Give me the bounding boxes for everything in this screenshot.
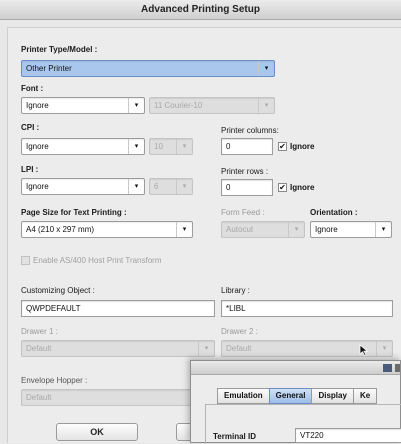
- updown-arrow-icon: ▾: [176, 179, 192, 194]
- printer-columns-ignore-checkbox[interactable]: ✔ Ignore: [278, 142, 315, 152]
- updown-arrow-icon: ▾: [288, 222, 304, 237]
- form-feed-label: Form Feed :: [221, 208, 265, 217]
- library-field[interactable]: *LIBL: [221, 300, 393, 317]
- updown-arrow-icon: ▾: [176, 139, 192, 154]
- customizing-object-label: Customizing Object :: [21, 286, 95, 295]
- updown-arrow-icon: ▾: [128, 179, 144, 194]
- terminal-id-field[interactable]: VT220: [295, 428, 401, 443]
- updown-arrow-icon: ▾: [375, 222, 391, 237]
- font-select[interactable]: Ignore ▾: [21, 97, 145, 114]
- drawer1-select: Default ▾: [21, 340, 215, 357]
- orientation-label: Orientation :: [310, 208, 358, 217]
- lpi-label: LPI :: [21, 165, 39, 174]
- printer-rows-label: Printer rows :: [221, 167, 269, 176]
- cpi-number-select: 10 ▾: [149, 138, 193, 155]
- page-size-value: A4 (210 x 297 mm): [26, 225, 95, 234]
- checkmark-icon: ✔: [278, 183, 287, 193]
- printer-columns-label: Printer columns:: [221, 126, 279, 135]
- mouse-pointer-icon: [359, 344, 369, 356]
- form-feed-select: Autocut ▾: [221, 221, 305, 238]
- printer-type-value: Other Printer: [26, 64, 72, 73]
- terminal-id-label: Terminal ID: [213, 432, 256, 441]
- window-title: Advanced Printing Setup: [141, 4, 260, 15]
- printer-rows-value: 0: [226, 183, 231, 192]
- updown-arrow-icon: ▾: [176, 222, 192, 237]
- updown-arrow-icon: ▾: [128, 139, 144, 154]
- lpi-number-select: 6 ▾: [149, 178, 193, 195]
- terminal-id-value: VT220: [300, 431, 324, 440]
- drawer2-label: Drawer 2 :: [221, 327, 258, 336]
- library-value: *LIBL: [226, 304, 246, 313]
- updown-arrow-icon: ▾: [128, 98, 144, 113]
- drawer1-label: Drawer 1 :: [21, 327, 58, 336]
- tab-general[interactable]: General: [268, 388, 313, 404]
- cpi-number-value: 10: [154, 142, 163, 151]
- printer-columns-ignore-label: Ignore: [290, 142, 315, 151]
- updown-arrow-icon: ▾: [258, 61, 274, 76]
- drawer2-value: Default: [226, 344, 252, 353]
- host-transform-checkbox[interactable]: Enable AS/400 Host Print Transform: [21, 256, 162, 266]
- updown-arrow-icon: ▾: [376, 341, 392, 356]
- printer-columns-value: 0: [226, 142, 231, 151]
- popup-tab-bar: Emulation General Display Ke: [217, 388, 378, 404]
- page-size-select[interactable]: A4 (210 x 297 mm) ▾: [21, 221, 193, 238]
- updown-arrow-icon: ▾: [198, 341, 214, 356]
- settings-popup-window: Emulation General Display Ke Terminal ID VT…: [190, 360, 401, 444]
- customizing-object-field[interactable]: QWPDEFAULT: [21, 300, 215, 317]
- host-transform-label: Enable AS/400 Host Print Transform: [33, 256, 162, 265]
- envelope-hopper-value: Default: [26, 393, 52, 402]
- lpi-value: Ignore: [26, 182, 49, 191]
- window-icon: [395, 364, 400, 372]
- lpi-number-value: 6: [154, 182, 159, 191]
- printer-rows-ignore-label: Ignore: [290, 183, 315, 192]
- cpi-value: Ignore: [26, 142, 49, 151]
- checkmark-icon: ✔: [278, 142, 287, 152]
- window-icon: [383, 364, 392, 372]
- page-size-label: Page Size for Text Printing :: [21, 208, 127, 217]
- cpi-label: CPI :: [21, 123, 40, 132]
- lpi-select[interactable]: Ignore ▾: [21, 178, 145, 195]
- font-value: Ignore: [26, 101, 49, 110]
- printer-type-label: Printer Type/Model :: [21, 45, 98, 54]
- printer-columns-field[interactable]: 0: [221, 138, 273, 155]
- tab-display[interactable]: Display: [311, 388, 354, 404]
- window-title-bar: Advanced Printing Setup: [0, 0, 401, 20]
- envelope-hopper-label: Envelope Hopper :: [21, 376, 88, 385]
- orientation-value: Ignore: [315, 225, 338, 234]
- tab-keyboard[interactable]: Ke: [352, 388, 378, 404]
- printer-rows-field[interactable]: 0: [221, 179, 273, 196]
- font-name-select: 11 Courier-10 ▾: [149, 97, 275, 114]
- drawer1-value: Default: [26, 344, 52, 353]
- cpi-select[interactable]: Ignore ▾: [21, 138, 145, 155]
- updown-arrow-icon: ▾: [258, 98, 274, 113]
- font-name-value: 11 Courier-10: [154, 101, 203, 110]
- font-label: Font :: [21, 84, 44, 93]
- orientation-select[interactable]: Ignore ▾: [310, 221, 392, 238]
- printer-type-select[interactable]: Other Printer ▾: [21, 60, 275, 77]
- tab-emulation[interactable]: Emulation: [217, 388, 270, 404]
- form-feed-value: Autocut: [226, 225, 254, 234]
- customizing-object-value: QWPDEFAULT: [26, 304, 81, 313]
- library-label: Library :: [221, 286, 250, 295]
- envelope-hopper-select: Default: [21, 389, 215, 406]
- printer-rows-ignore-checkbox[interactable]: ✔ Ignore: [278, 183, 315, 193]
- ok-button[interactable]: OK: [56, 423, 138, 441]
- popup-title-bar: [191, 361, 400, 375]
